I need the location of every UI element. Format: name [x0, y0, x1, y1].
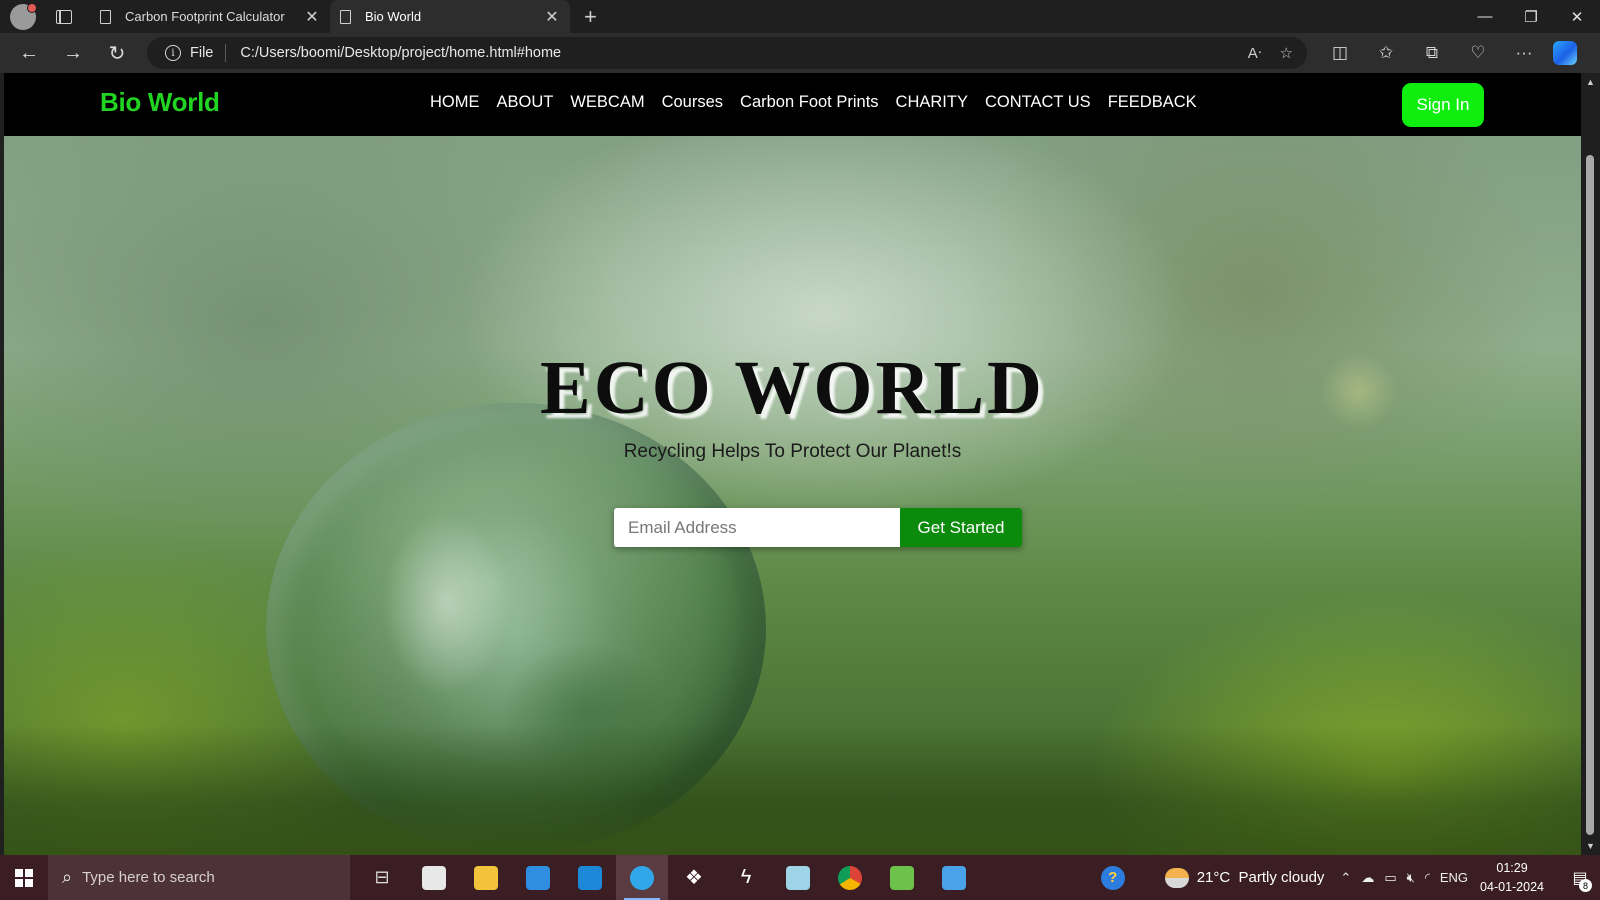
notes-app-icon[interactable] — [772, 855, 824, 900]
clock-time: 01:29 — [1496, 860, 1528, 875]
system-tray: ? 21°C Partly cloudy ⌃ ☁ ▭ 🔇︎ ◜ ENG 01:2… — [1100, 855, 1600, 900]
remote-desktop-icon[interactable] — [928, 855, 980, 900]
nav-link-feedback[interactable]: FEEDBACK — [1108, 93, 1197, 112]
weather-condition: Partly cloudy — [1238, 869, 1325, 886]
forward-icon[interactable]: → — [51, 33, 95, 73]
nav-link-contact-us[interactable]: CONTACT US — [985, 93, 1091, 112]
partly-cloudy-icon — [1164, 867, 1189, 888]
edge-icon[interactable] — [616, 855, 668, 900]
page-icon — [100, 9, 111, 24]
sign-in-button[interactable]: Sign In — [1402, 83, 1484, 127]
get-started-button[interactable]: Get Started — [900, 508, 1022, 547]
nav-link-webcam[interactable]: WEBCAM — [570, 93, 644, 112]
refresh-icon[interactable]: ↻ — [95, 33, 139, 73]
toolbar-icons: ◫ ✩ ⧉ ♡ ··· — [1317, 41, 1577, 65]
address-divider — [225, 44, 227, 62]
favorites-icon[interactable]: ✩ — [1363, 43, 1409, 63]
battery-icon[interactable]: ▭ — [1384, 870, 1396, 886]
scroll-up-icon[interactable]: ▲ — [1581, 77, 1600, 87]
taskbar-clock[interactable]: 01:29 04-01-2024 — [1480, 859, 1544, 897]
vscode-icon[interactable] — [564, 855, 616, 900]
dropbox-icon[interactable]: ❖ — [668, 855, 720, 900]
page-scrollbar[interactable]: ▲ ▼ — [1581, 73, 1600, 855]
browser-tab-strip: Carbon Footprint Calculator ✕ Bio World … — [0, 0, 1600, 33]
close-window-icon[interactable]: ✕ — [1554, 0, 1600, 33]
clock-date: 04-01-2024 — [1480, 879, 1544, 894]
tab-bio-world[interactable]: Bio World ✕ — [330, 0, 570, 33]
task-view-icon[interactable]: ⊟ — [356, 855, 408, 900]
browser-toolbar: ← → ↻ i File C:/Users/boomi/Desktop/proj… — [0, 33, 1600, 73]
copilot-icon[interactable] — [1553, 41, 1577, 65]
tab-carbon-footprint[interactable]: Carbon Footprint Calculator ✕ — [90, 0, 330, 33]
taskbar-apps: ⊟ ❖ ϟ — [356, 855, 980, 900]
tab-title: Carbon Footprint Calculator — [125, 9, 285, 24]
bolt-app-icon[interactable]: ϟ — [720, 855, 772, 900]
close-tab-icon[interactable]: ✕ — [544, 7, 560, 27]
mail-icon[interactable] — [512, 855, 564, 900]
file-explorer-icon[interactable] — [460, 855, 512, 900]
site-logo[interactable]: Bio World — [100, 87, 220, 118]
wifi-icon[interactable]: ◜ — [1425, 870, 1430, 886]
browser-essentials-icon[interactable]: ♡ — [1455, 43, 1501, 63]
search-icon: ⌕ — [62, 867, 73, 887]
window-controls: — ❐ ✕ — [1462, 0, 1600, 33]
windows-taskbar: ⌕ Type here to search ⊟ ❖ ϟ ? 21°C Partl… — [0, 855, 1600, 900]
nav-link-about[interactable]: ABOUT — [497, 93, 554, 112]
hero-title: ECO WORLD — [540, 346, 1045, 430]
scrollbar-thumb[interactable] — [1586, 155, 1594, 835]
new-tab-icon[interactable]: + — [584, 5, 597, 28]
tab-title: Bio World — [365, 9, 422, 24]
weather-temp: 21°C — [1196, 869, 1231, 886]
volume-muted-icon[interactable]: 🔇︎ — [1407, 870, 1415, 886]
start-button[interactable] — [0, 855, 48, 900]
email-signup-form: Get Started — [614, 508, 1022, 547]
back-icon[interactable]: ← — [7, 33, 51, 73]
scroll-down-icon[interactable]: ▼ — [1581, 841, 1600, 851]
close-tab-icon[interactable]: ✕ — [304, 7, 320, 27]
read-aloud-icon[interactable]: Aᐧ — [1248, 44, 1262, 62]
weather-widget[interactable]: 21°C Partly cloudy — [1164, 867, 1325, 888]
favorite-star-icon[interactable]: ☆ — [1280, 44, 1293, 62]
hero-subtitle: Recycling Helps To Protect Our Planet!s — [623, 441, 962, 462]
help-icon[interactable]: ? — [1100, 865, 1125, 890]
nav-link-home[interactable]: HOME — [430, 93, 480, 112]
chrome-icon[interactable] — [824, 855, 876, 900]
profile-avatar[interactable] — [10, 2, 37, 30]
split-screen-icon[interactable]: ◫ — [1317, 43, 1363, 63]
scheme-label: File — [190, 45, 214, 61]
nav-link-courses[interactable]: Courses — [662, 93, 723, 112]
tab-actions-icon[interactable] — [56, 9, 72, 24]
nav-link-carbon-foot-prints[interactable]: Carbon Foot Prints — [740, 93, 878, 112]
address-bar[interactable]: i File C:/Users/boomi/Desktop/project/ho… — [147, 37, 1307, 69]
restore-icon[interactable]: ❐ — [1508, 0, 1554, 33]
nav-link-charity[interactable]: CHARITY — [896, 93, 968, 112]
nodejs-icon[interactable] — [876, 855, 928, 900]
notification-count-badge: 8 — [1579, 879, 1592, 892]
notification-center-icon[interactable]: ▤ 8 — [1560, 855, 1600, 900]
minimize-icon[interactable]: — — [1462, 0, 1508, 33]
site-info-icon[interactable]: i — [165, 45, 181, 61]
address-url[interactable]: C:/Users/boomi/Desktop/project/home.html… — [240, 45, 561, 61]
show-hidden-icons-chevron-icon[interactable]: ⌃ — [1340, 870, 1351, 886]
page-icon — [340, 9, 351, 24]
taskbar-search[interactable]: ⌕ Type here to search — [48, 855, 350, 900]
collections-icon[interactable]: ⧉ — [1409, 43, 1455, 63]
site-navbar: Bio World HOME ABOUT WEBCAM Courses Carb… — [4, 73, 1581, 136]
page-viewport: Bio World HOME ABOUT WEBCAM Courses Carb… — [4, 73, 1581, 855]
store-icon[interactable] — [408, 855, 460, 900]
tray-icons: ⌃ ☁ ▭ 🔇︎ ◜ ENG — [1340, 870, 1468, 886]
address-bar-actions: Aᐧ ☆ — [1248, 37, 1293, 69]
nav-links: HOME ABOUT WEBCAM Courses Carbon Foot Pr… — [430, 93, 1197, 112]
windows-logo-icon — [15, 868, 33, 887]
moss-foreground — [4, 725, 1581, 855]
onedrive-icon[interactable]: ☁ — [1361, 870, 1374, 886]
language-indicator[interactable]: ENG — [1440, 870, 1468, 886]
more-menu-icon[interactable]: ··· — [1501, 43, 1547, 63]
email-input[interactable] — [614, 508, 900, 547]
taskbar-search-placeholder: Type here to search — [82, 869, 215, 886]
